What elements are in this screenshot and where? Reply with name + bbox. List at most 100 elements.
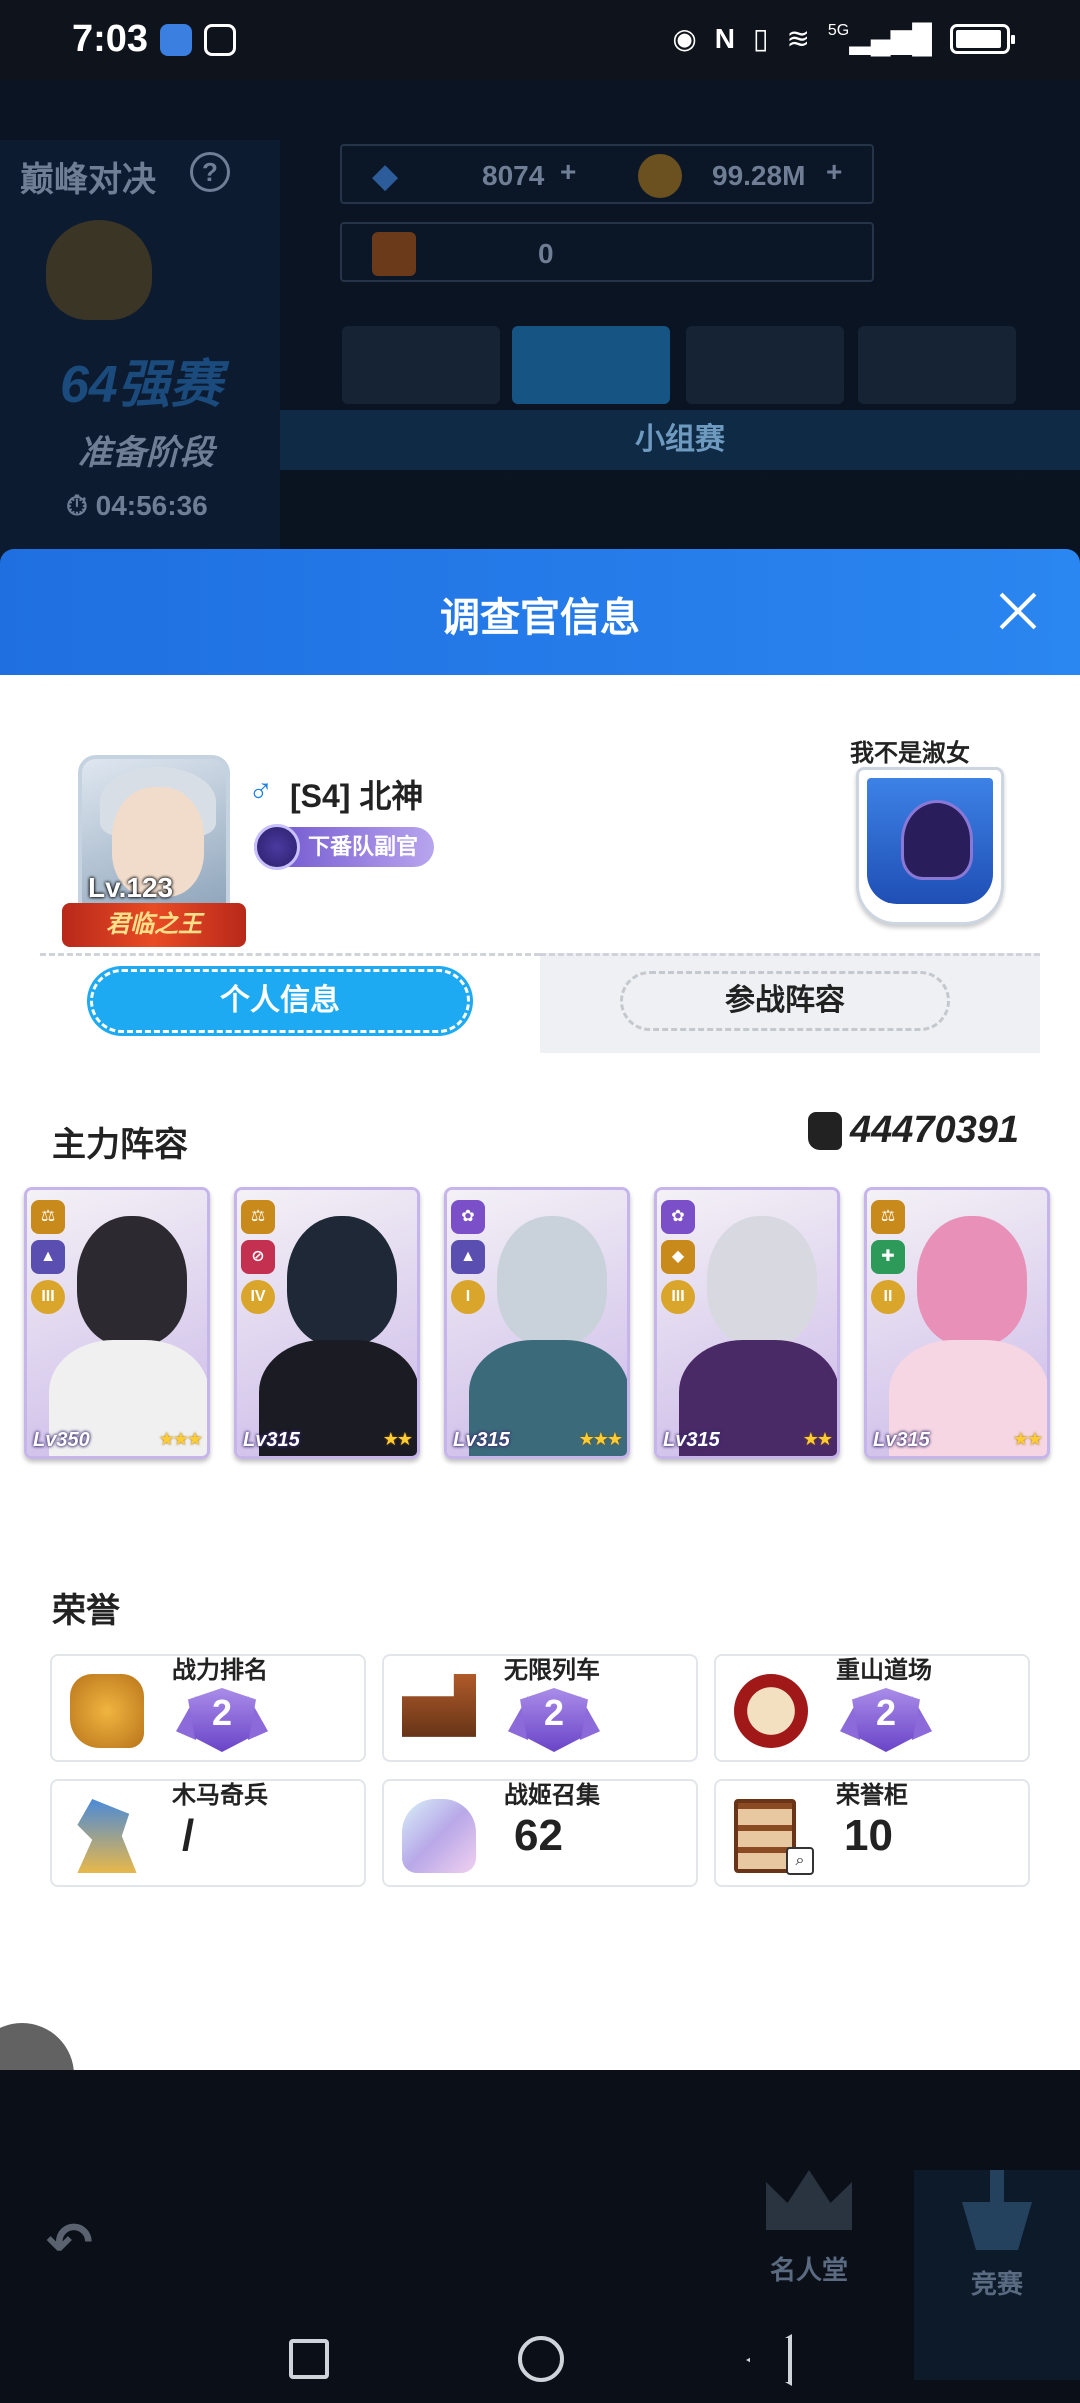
timer-value: 04:56:36 [95,490,208,521]
honor-value: 10 [844,1811,893,1860]
match-phase: 准备阶段 [78,434,214,472]
class-icon: ✚ [871,1240,905,1274]
hero-portrait [707,1216,817,1346]
competition-label: 竞赛 [970,2269,1023,2299]
hero-stars: ★★★ [158,1429,203,1449]
faction-icon: ⚖ [241,1200,275,1234]
tier-badge: I [451,1280,485,1314]
honor-trojan-soldier[interactable]: 木马奇兵 / [50,1779,366,1887]
signal-icon: 5G▂▄▆█ [827,22,932,54]
status-time: 7:03 [72,18,149,60]
guild-emblem-background [867,778,993,904]
honor-battle-maiden-summon[interactable]: 战姬召集 62 [382,1779,698,1887]
honor-value: / [182,1811,195,1860]
honor-label: 木马奇兵 [172,1782,268,1809]
hero-card[interactable]: ⚖ ⊘ IV Lv315 ★★ [234,1187,420,1459]
guild-emblem-icon[interactable] [856,767,1004,925]
hero-portrait [917,1216,1027,1346]
network-label: 5G [827,22,850,39]
hero-card[interactable]: ✿ ▲ I Lv315 ★★★ [444,1187,630,1459]
player-level: Lv.123 [88,872,174,903]
item-count: 0 [538,238,554,269]
vibrate-icon: ▯ [753,23,769,54]
guild-name: 我不是淑女 [850,740,970,767]
drum-icon [734,1674,808,1748]
close-button[interactable] [992,585,1044,637]
lineup-title: 主力阵容 [52,1126,188,1164]
group-stage-bar: 小组赛 [280,410,1080,470]
item-resource: 0 [340,222,874,282]
honor-label: 战姬召集 [504,1782,600,1809]
help-icon[interactable]: ? [190,152,230,192]
diamond-resource[interactable]: ◆ 8074 + 99.28M + [340,144,874,204]
chess-knight-icon [77,1799,137,1873]
wifi-icon: ≋ [786,23,810,54]
honor-cabinet[interactable]: 荣誉柜 ⌕ 10 [714,1779,1030,1887]
sword-icon [962,2170,1032,2250]
hero-badges: ⚖ ⊘ IV [241,1200,277,1320]
tournament-emblem-icon [46,220,152,320]
status-bar: 7:03 ◉ N ▯ ≋ 5G▂▄▆█ [0,0,1080,80]
match-title: 巅峰对决 [20,161,156,199]
bg-tab-shield[interactable] [686,326,844,404]
magnifier-icon[interactable]: ⌕ [786,1847,814,1875]
hero-level: Lv315 [873,1429,930,1451]
hero-card[interactable]: ⚖ ▲ III Lv350 ★★★ [24,1187,210,1459]
tier-badge: IV [241,1280,275,1314]
rank-number: 2 [543,1692,565,1733]
recent-apps-button[interactable] [289,2339,329,2379]
match-timer: ⏱ 04:56:36 [66,490,208,521]
hall-of-fame-label: 名人堂 [769,2255,848,2285]
tab-battle-lineup[interactable]: 参战阵容 [620,971,950,1031]
hero-card[interactable]: ✿ ◆ III Lv315 ★★ [654,1187,840,1459]
tier-badge: III [661,1280,695,1314]
class-icon: ◆ [661,1240,695,1274]
honor-label: 无限列车 [504,1657,600,1684]
hero-level: Lv315 [663,1429,720,1451]
honor-power-rank[interactable]: 战力排名 2 [50,1654,366,1762]
hero-card[interactable]: ⚖ ✚ II Lv315 ★★ [864,1187,1050,1459]
honor-infinite-train[interactable]: 无限列车 2 [382,1654,698,1762]
home-button[interactable] [518,2336,564,2382]
bg-tab-help[interactable] [342,326,500,404]
rank-badge: 2 [176,1682,268,1760]
nfc-icon: N [714,22,736,54]
crown-icon [766,2170,852,2230]
hero-portrait [77,1216,187,1346]
hero-stars: ★★ [802,1429,833,1449]
hero-portrait [497,1216,607,1346]
add-diamond-icon[interactable]: + [560,156,576,188]
hero-stars: ★★ [382,1429,413,1449]
hero-level: Lv315 [243,1429,300,1451]
hero-level: Lv350 [33,1429,90,1451]
player-name: [S4] 北神 [290,778,424,814]
hero-stars: ★★ [1012,1429,1043,1449]
train-icon [402,1674,476,1737]
honor-label: 重山道场 [836,1657,932,1684]
competition-tab[interactable]: 竞赛 [914,2170,1080,2380]
coin-count: 99.28M [712,160,806,191]
diamond-icon: ◆ [372,157,399,195]
silhouette-icon [402,1799,476,1873]
fist-icon [70,1674,144,1748]
bg-tab-portrait[interactable] [858,326,1016,404]
faction-icon: ⚖ [31,1200,65,1234]
hall-of-fame-tab[interactable]: 名人堂 [734,2170,884,2380]
rank-number: 2 [875,1692,897,1733]
add-coin-icon[interactable]: + [826,156,842,188]
honor-mountain-dojo[interactable]: 重山道场 2 [714,1654,1030,1762]
rank-badge: 2 [840,1682,932,1760]
combat-power: 44470391 [808,1109,1019,1152]
faction-icon: ✿ [661,1200,695,1234]
faction-icon: ✿ [451,1200,485,1234]
class-icon: ⊘ [241,1240,275,1274]
rank-badge: 2 [508,1682,600,1760]
bg-tab-bracket[interactable] [512,326,670,404]
hero-lineup: ⚖ ▲ III Lv350 ★★★ ⚖ ⊘ IV Lv315 ★★ ✿ ▲ I … [24,1187,1056,1459]
back-arrow-icon[interactable]: ↶ [46,2210,110,2274]
title-badge: 君临之王 [62,903,246,947]
combat-power-value: 44470391 [850,1109,1020,1151]
role-label: 下番队副官 [308,834,419,859]
hero-stars: ★★★ [578,1429,623,1449]
tab-personal-info[interactable]: 个人信息 [90,969,470,1033]
